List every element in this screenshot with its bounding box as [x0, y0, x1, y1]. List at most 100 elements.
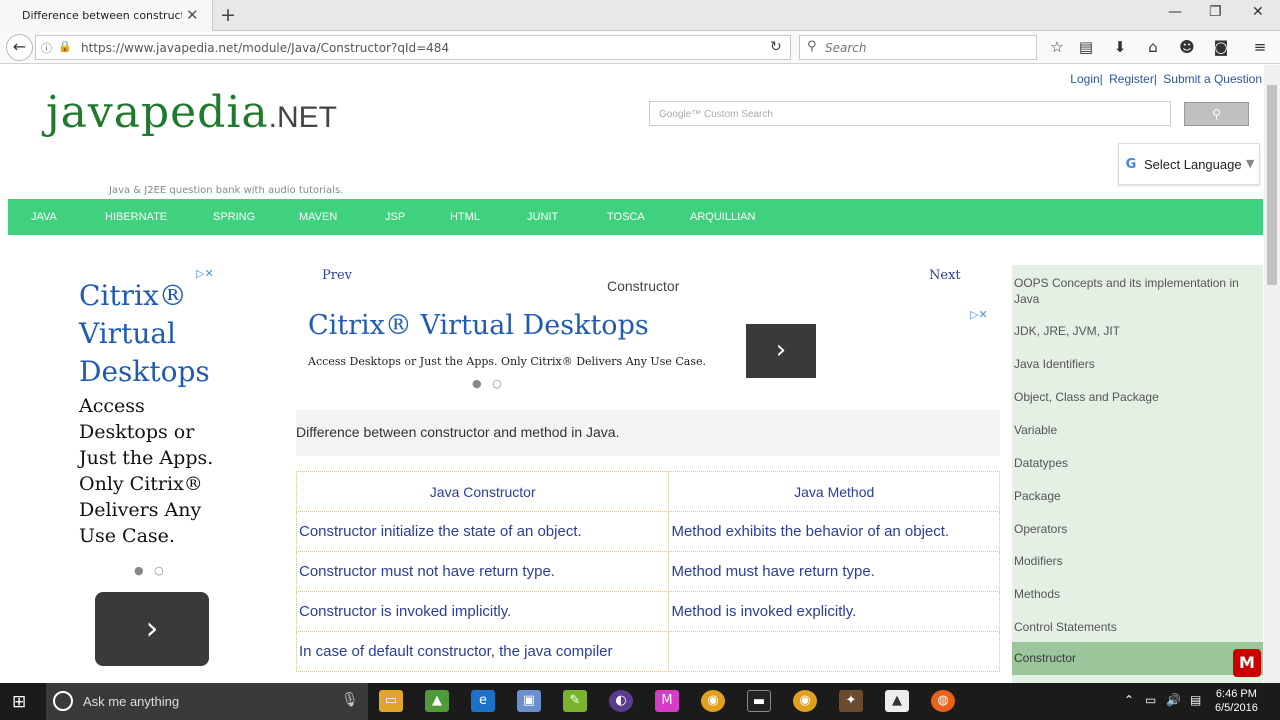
- cortana-search[interactable]: Ask me anything 🎙: [46, 683, 368, 720]
- info-icon[interactable]: ⓘ: [41, 40, 52, 56]
- game-icon[interactable]: ✦: [839, 690, 863, 712]
- ad-next-button[interactable]: ›: [95, 592, 209, 666]
- network-icon[interactable]: ▣: [517, 690, 541, 712]
- left-advertisement[interactable]: ▷✕ Citrix® Virtual Desktops Access Deskt…: [78, 267, 229, 677]
- nav-item-junit[interactable]: JUNIT: [527, 211, 558, 223]
- browser-search-input[interactable]: ⚲ Search: [799, 35, 1037, 60]
- chat-icon[interactable]: ☻: [1177, 38, 1197, 56]
- back-button[interactable]: ←: [6, 34, 33, 61]
- cortana-placeholder: Ask me anything: [83, 694, 180, 709]
- carousel-dots[interactable]: ● ○: [134, 564, 164, 577]
- nav-item-spring[interactable]: SPRING: [213, 211, 255, 223]
- table-cell: Constructor is invoked implicitly.: [295, 591, 670, 632]
- nav-item-jsp[interactable]: JSP: [385, 211, 405, 223]
- nav-item-html[interactable]: HTML: [450, 211, 480, 223]
- language-select[interactable]: G Select Language ▼: [1118, 143, 1260, 185]
- home-icon[interactable]: ⌂: [1143, 38, 1163, 56]
- nav-item-tosca[interactable]: TOSCA: [607, 211, 645, 223]
- reading-list-icon[interactable]: ▤: [1076, 38, 1096, 56]
- sidebar-item-jdk[interactable]: JDK, JRE, JVM, JIT: [1012, 323, 1263, 339]
- edge-icon[interactable]: e: [471, 690, 495, 712]
- notifications-icon[interactable]: ▤: [1190, 693, 1201, 707]
- center-advertisement[interactable]: Citrix® Virtual Desktops Access Desktops…: [296, 305, 1000, 399]
- sidebar-item-operators[interactable]: Operators: [1012, 521, 1263, 537]
- google-search-input[interactable]: Google™ Custom Search: [649, 101, 1171, 126]
- store-icon[interactable]: ▲: [425, 690, 449, 712]
- windows-start-icon[interactable]: ⊞: [12, 692, 26, 712]
- tab-title: Difference between construct...: [22, 9, 182, 22]
- cortana-icon: [53, 691, 73, 711]
- volume-icon[interactable]: 🔊: [1166, 693, 1181, 707]
- tab-bar: Difference between construct... ✕ + — ❐ …: [0, 0, 1280, 31]
- nav-item-hibernate[interactable]: HIBERNATE: [105, 211, 167, 223]
- ad-title[interactable]: Citrix® Virtual Desktops: [308, 310, 649, 341]
- sidebar-item-methods[interactable]: Methods: [1012, 586, 1263, 602]
- comparison-table: Java Constructor Java Method Constructor…: [295, 471, 1000, 672]
- table-row: Constructor must not have return type. M…: [295, 551, 1000, 592]
- ad-title[interactable]: Citrix® Virtual Desktops: [79, 277, 229, 391]
- sidebar-item-datatypes[interactable]: Datatypes: [1012, 455, 1263, 471]
- sidebar-item-identifiers[interactable]: Java Identifiers: [1012, 356, 1263, 372]
- ad-next-button[interactable]: ›: [746, 324, 816, 378]
- sidebar-item-oops[interactable]: OOPS Concepts and its implementation in …: [1012, 275, 1263, 307]
- register-link[interactable]: Register|: [1109, 72, 1157, 86]
- ad-body: Access Desktops or Just the Apps. Only C…: [79, 395, 214, 547]
- pocket-icon[interactable]: ◙: [1211, 38, 1231, 56]
- system-clock[interactable]: 6:46 PM 6/5/2016: [1215, 687, 1258, 715]
- browser-tab[interactable]: Difference between construct... ✕: [0, 0, 213, 31]
- sidebar-item-object-class[interactable]: Object, Class and Package: [1012, 389, 1263, 405]
- firefox-icon[interactable]: ◍: [931, 690, 955, 712]
- login-link[interactable]: Login|: [1070, 72, 1102, 86]
- battery-icon[interactable]: ▭: [1145, 693, 1156, 707]
- chrome-icon[interactable]: ◉: [701, 690, 725, 712]
- sidebar-item-package[interactable]: Package: [1012, 488, 1263, 504]
- table-cell: In case of default constructor, the java…: [295, 631, 670, 672]
- nav-item-maven[interactable]: MAVEN: [299, 211, 337, 223]
- search-icon: ⚲: [1212, 107, 1221, 121]
- dropdown-arrow-icon: ▼: [1246, 157, 1255, 170]
- tray-up-icon[interactable]: ⌃: [1124, 693, 1134, 707]
- terminal-icon[interactable]: ▬: [747, 690, 771, 712]
- notepad-icon[interactable]: ✎: [563, 690, 587, 712]
- media-icon[interactable]: M: [655, 690, 679, 712]
- maximize-icon[interactable]: ❐: [1209, 4, 1222, 20]
- chrome-icon[interactable]: ◉: [793, 690, 817, 712]
- table-cell: Method exhibits the behavior of an objec…: [668, 511, 1000, 552]
- microphone-icon[interactable]: 🎙: [341, 692, 359, 708]
- reload-icon[interactable]: ↻: [770, 39, 782, 55]
- download-icon[interactable]: ⬇: [1110, 38, 1130, 56]
- photos-icon[interactable]: ▲: [885, 690, 909, 712]
- submit-question-link[interactable]: Submit a Question: [1163, 72, 1262, 86]
- minimize-icon[interactable]: —: [1168, 4, 1182, 20]
- url-bar[interactable]: ⓘ 🔒 https://www.javapedia.net/module/Jav…: [35, 35, 791, 60]
- clock-date: 6/5/2016: [1215, 702, 1258, 714]
- new-tab-icon[interactable]: +: [220, 4, 236, 26]
- sidebar-item-modifiers[interactable]: Modifiers: [1012, 553, 1263, 569]
- sidebar-item-constructor[interactable]: Constructor: [1012, 642, 1263, 675]
- prev-link[interactable]: Prev: [322, 268, 352, 283]
- nav-item-java[interactable]: JAVA: [31, 211, 57, 223]
- close-icon[interactable]: ✕: [186, 6, 199, 24]
- page-scrollbar[interactable]: [1264, 65, 1280, 683]
- next-link[interactable]: Next: [929, 268, 961, 283]
- windows-taskbar: ⊞ Ask me anything 🎙 ▭ ▲ e ▣ ✎ ◐ M ◉ ▬ ◉ …: [0, 683, 1280, 720]
- sidebar-item-variable[interactable]: Variable: [1012, 422, 1263, 438]
- clock-time: 6:46 PM: [1215, 688, 1257, 700]
- file-explorer-icon[interactable]: ▭: [379, 690, 403, 712]
- web-page: javapedia.NET Java & J2EE question bank …: [0, 65, 1264, 683]
- site-logo[interactable]: javapedia.NET: [46, 87, 337, 138]
- nav-item-arquillian[interactable]: ARQUILLIAN: [690, 211, 755, 223]
- bookmark-star-icon[interactable]: ☆: [1047, 38, 1067, 56]
- menu-icon[interactable]: ≡: [1250, 38, 1270, 56]
- google-search-placeholder: Google™ Custom Search: [659, 109, 773, 120]
- lock-icon[interactable]: 🔒: [58, 40, 72, 53]
- carousel-dots[interactable]: ● ○: [472, 377, 502, 390]
- mcafee-icon[interactable]: M: [1233, 649, 1261, 677]
- url-text[interactable]: https://www.javapedia.net/module/Java/Co…: [81, 41, 449, 55]
- scroll-thumb[interactable]: [1267, 85, 1277, 285]
- google-search-button[interactable]: ⚲: [1184, 102, 1249, 126]
- ad-choices-icon[interactable]: ▷✕: [970, 308, 988, 321]
- window-close-icon[interactable]: ✕: [1252, 4, 1264, 20]
- sidebar-item-control[interactable]: Control Statements: [1012, 619, 1263, 635]
- eclipse-icon[interactable]: ◐: [609, 690, 633, 712]
